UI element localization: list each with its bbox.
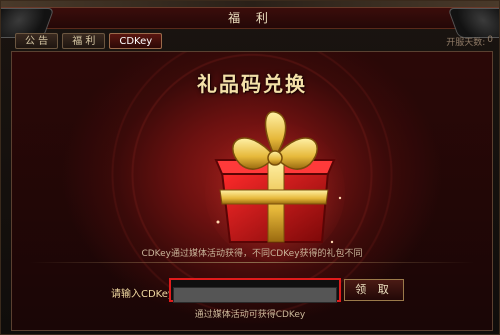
- divider: [30, 262, 474, 263]
- window-title: 福 利: [228, 11, 274, 25]
- welfare-window: 福 利 公 告 福 利 CDKey 开服天数: 0 礼品码兑换 CDKey通过媒…: [0, 0, 500, 335]
- tab-welfare[interactable]: 福 利: [62, 33, 106, 49]
- server-days-value: 0: [487, 35, 493, 45]
- ornate-corner-right: [447, 8, 499, 38]
- tab-bar: 公 告 福 利 CDKey: [15, 33, 163, 49]
- claim-button[interactable]: 领 取: [344, 279, 404, 301]
- cdkey-input-label: 请输入CDKey:: [111, 289, 177, 300]
- tab-announcement[interactable]: 公 告: [15, 33, 59, 49]
- window-titlebar: 福 利: [1, 7, 499, 38]
- page-title: 礼品码兑换: [197, 72, 307, 96]
- server-days-label: 开服天数:: [446, 38, 486, 48]
- cdkey-input-wrapper: [169, 278, 341, 303]
- tab-cdkey[interactable]: CDKey: [109, 33, 163, 49]
- cdkey-input[interactable]: [173, 286, 337, 303]
- redeem-description: CDKey通过媒体活动获得，不同CDKey获得的礼包不同: [141, 249, 363, 259]
- redeem-tip: 通过媒体活动可获得CDKey: [194, 310, 306, 320]
- gift-box-icon: [205, 111, 345, 262]
- server-days: 开服天数: 0: [446, 35, 493, 48]
